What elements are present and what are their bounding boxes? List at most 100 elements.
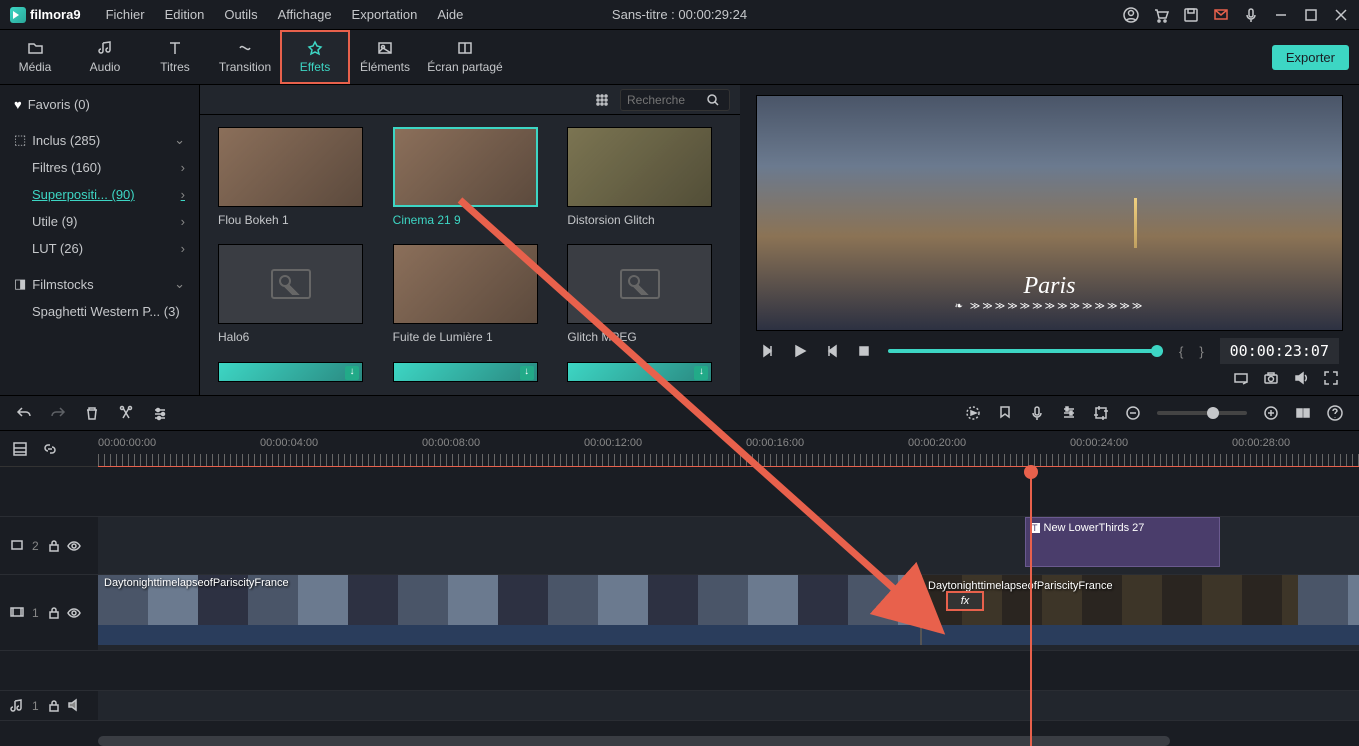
timeline-scrollbar[interactable] <box>98 736 1359 746</box>
chevron-right-icon: › <box>181 187 185 202</box>
effect-cinema-21-9[interactable]: Cinema 21 9 <box>393 127 548 228</box>
snapshot-icon[interactable] <box>1263 370 1279 386</box>
zoom-fit-icon[interactable] <box>1295 405 1311 421</box>
maximize-icon[interactable] <box>1303 7 1319 23</box>
cart-icon[interactable] <box>1153 7 1169 23</box>
lock-icon[interactable] <box>47 605 59 621</box>
delete-icon[interactable] <box>84 405 100 421</box>
split-icon[interactable] <box>118 405 134 421</box>
effect-thumb <box>393 127 538 207</box>
track-body-audio[interactable] <box>98 691 1359 720</box>
sidebar-lut[interactable]: LUT (26) › <box>0 235 199 262</box>
mixer-icon[interactable] <box>1061 405 1077 421</box>
undo-icon[interactable] <box>16 405 32 421</box>
track-spacer-2 <box>0 651 1359 691</box>
voiceover-icon[interactable] <box>1029 405 1045 421</box>
sidebar-included[interactable]: ⬚Inclus (285) ⌄ <box>0 126 199 154</box>
stop-icon[interactable] <box>856 343 872 359</box>
fx-badge[interactable]: fx <box>946 591 984 611</box>
zoom-in-icon[interactable] <box>1263 405 1279 421</box>
effect-thumb <box>393 362 538 382</box>
menu-aide[interactable]: Aide <box>427 1 473 28</box>
render-icon[interactable] <box>965 405 981 421</box>
effect-dl-3[interactable] <box>567 362 722 383</box>
adjust-icon[interactable] <box>152 405 168 421</box>
lock-icon[interactable] <box>47 698 59 714</box>
marker-icon[interactable] <box>997 405 1013 421</box>
account-icon[interactable] <box>1123 7 1139 23</box>
chevron-right-icon: › <box>181 241 185 256</box>
effect-thumb <box>218 244 363 324</box>
close-icon[interactable] <box>1333 7 1349 23</box>
sidebar-utile[interactable]: Utile (9) › <box>0 208 199 235</box>
menu-outils[interactable]: Outils <box>214 1 267 28</box>
grid-view-icon[interactable] <box>594 92 610 108</box>
help-icon[interactable] <box>1327 405 1343 421</box>
tab-effets[interactable]: Effets <box>280 30 350 84</box>
effect-flou-bokeh[interactable]: Flou Bokeh 1 <box>218 127 373 228</box>
sidebar-spaghetti[interactable]: Spaghetti Western P... (3) <box>0 298 199 325</box>
search-input[interactable] <box>627 93 707 107</box>
tab-splitscreen[interactable]: Écran partagé <box>420 30 510 84</box>
next-frame-icon[interactable] <box>824 343 840 359</box>
sidebar-spaghetti-label: Spaghetti Western P... (3) <box>32 304 180 319</box>
tab-titres[interactable]: Titres <box>140 30 210 84</box>
preview-video[interactable]: Paris ❧ ≫≫≫≫≫≫≫≫≫≫≫≫≫≫ <box>756 95 1343 331</box>
quality-icon[interactable] <box>1233 370 1249 386</box>
visibility-icon[interactable] <box>67 605 81 621</box>
play-icon[interactable] <box>792 343 808 359</box>
effect-dl-2[interactable] <box>393 362 548 383</box>
link-icon[interactable] <box>42 441 58 457</box>
time-ruler[interactable]: 00:00:00:00 00:00:04:00 00:00:08:00 00:0… <box>0 431 1359 467</box>
mute-icon[interactable] <box>67 698 81 714</box>
menu-edition[interactable]: Edition <box>155 1 215 28</box>
effect-halo6[interactable]: Halo6 <box>218 244 373 345</box>
menu-affichage[interactable]: Affichage <box>268 1 342 28</box>
effect-glitch-mpeg[interactable]: Glitch MPEG <box>567 244 722 345</box>
save-icon[interactable] <box>1183 7 1199 23</box>
volume-icon[interactable] <box>1293 370 1309 386</box>
mic-icon[interactable] <box>1243 7 1259 23</box>
lock-icon[interactable] <box>47 538 59 554</box>
timeline: 00:00:00:00 00:00:04:00 00:00:08:00 00:0… <box>0 431 1359 746</box>
message-icon[interactable] <box>1213 7 1229 23</box>
menu-exportation[interactable]: Exportation <box>342 1 428 28</box>
scrollbar-thumb[interactable] <box>98 736 1170 746</box>
search-box[interactable] <box>620 89 730 111</box>
track-body-video[interactable]: DaytonighttimelapseofPariscityFrance Day… <box>98 575 1359 650</box>
export-button[interactable]: Exporter <box>1272 45 1349 70</box>
main-area: ♥Favoris (0) ⬚Inclus (285) ⌄ Filtres (16… <box>0 85 1359 395</box>
crop-icon[interactable] <box>1093 405 1109 421</box>
sidebar-superpositions[interactable]: Superpositi... (90) › <box>0 181 199 208</box>
bracket-out-icon[interactable]: } <box>1199 344 1203 359</box>
effect-distorsion-glitch[interactable]: Distorsion Glitch <box>567 127 722 228</box>
bracket-in-icon[interactable]: { <box>1179 344 1183 359</box>
effect-fuite-lumiere[interactable]: Fuite de Lumière 1 <box>393 244 548 345</box>
minimize-icon[interactable] <box>1273 7 1289 23</box>
track-body-title[interactable]: T New LowerThirds 27 <box>98 517 1359 574</box>
prev-frame-icon[interactable] <box>760 343 776 359</box>
clip-lowerthirds[interactable]: T New LowerThirds 27 <box>1025 517 1220 567</box>
sidebar-filmstocks[interactable]: ◨Filmstocks ⌄ <box>0 270 199 298</box>
redo-icon[interactable] <box>50 405 66 421</box>
manage-tracks-icon[interactable] <box>12 441 28 457</box>
zoom-slider[interactable] <box>1157 411 1247 415</box>
visibility-icon[interactable] <box>67 538 81 554</box>
tab-elements[interactable]: Éléments <box>350 30 420 84</box>
clip-audio-2[interactable] <box>920 625 1298 645</box>
effect-thumb <box>218 127 363 207</box>
tab-media[interactable]: Média <box>0 30 70 84</box>
time-mark: 00:00:12:00 <box>584 437 642 449</box>
zoom-out-icon[interactable] <box>1125 405 1141 421</box>
sidebar-favorites[interactable]: ♥Favoris (0) <box>0 91 199 118</box>
fullscreen-icon[interactable] <box>1323 370 1339 386</box>
timeline-toolbar <box>0 395 1359 431</box>
tab-audio[interactable]: Audio <box>70 30 140 84</box>
playhead[interactable] <box>1030 467 1032 746</box>
tab-transition[interactable]: Transition <box>210 30 280 84</box>
effect-dl-1[interactable] <box>218 362 373 383</box>
preview-progress[interactable] <box>888 349 1163 353</box>
menu-fichier[interactable]: Fichier <box>96 1 155 28</box>
preview-bottom-controls <box>748 365 1351 391</box>
sidebar-filtres[interactable]: Filtres (160) › <box>0 154 199 181</box>
